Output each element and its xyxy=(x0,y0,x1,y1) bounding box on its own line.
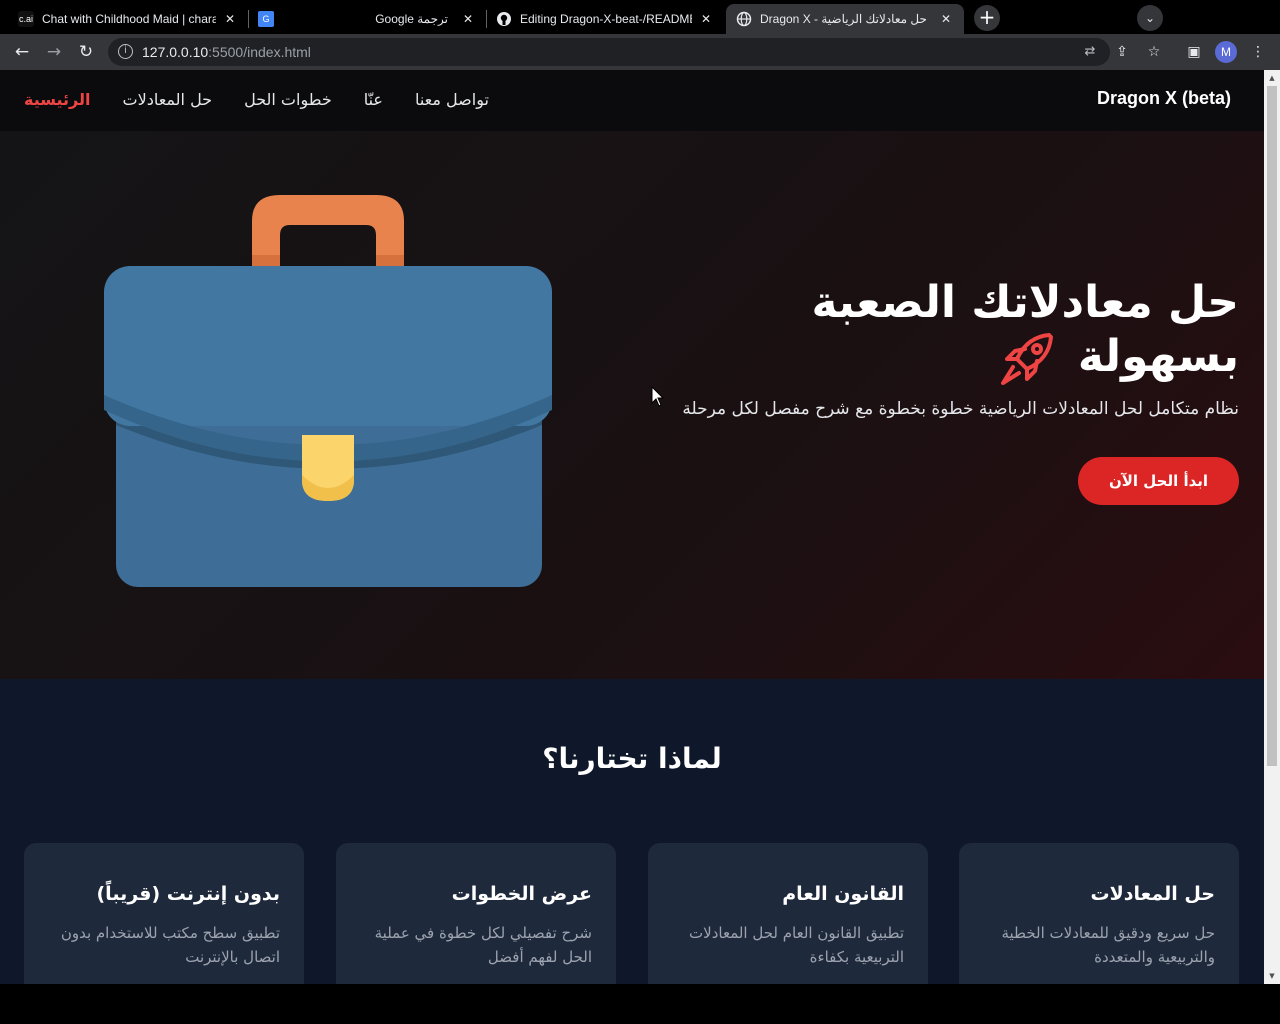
url-path: :5500/index.html xyxy=(208,44,311,60)
google-translate-icon: G xyxy=(258,11,274,27)
forward-arrow-icon[interactable]: → xyxy=(43,41,65,63)
features-heading: لماذا تختارنا؟ xyxy=(542,742,722,775)
feature-title: القانون العام xyxy=(782,883,904,905)
nav-link-steps[interactable]: خطوات الحل xyxy=(244,90,332,109)
tab-character-ai[interactable]: c.ai Chat with Childhood Maid | chara ✕ xyxy=(8,4,248,34)
close-icon[interactable]: ✕ xyxy=(938,11,954,27)
page-scrollbar[interactable]: ▲ ▼ xyxy=(1264,70,1280,984)
feature-text: تطبيق القانون العام لحل المعادلات التربي… xyxy=(689,924,904,966)
start-solving-button[interactable]: ابدأ الحل الآن xyxy=(1078,457,1239,505)
tab-title: Google ترجمة xyxy=(375,12,448,26)
translate-icon[interactable]: ⇄ xyxy=(1082,44,1098,60)
feature-card-formula: القانون العام تطبيق القانون العام لحل ال… xyxy=(648,843,928,984)
close-icon[interactable]: ✕ xyxy=(222,11,238,27)
hero-subtitle: نظام متكامل لحل المعادلات الرياضية خطوة … xyxy=(682,399,1239,419)
new-tab-button[interactable]: + xyxy=(974,5,1000,31)
tab-google-translate[interactable]: G Google ترجمة ✕ xyxy=(248,4,486,34)
feature-title: عرض الخطوات xyxy=(451,883,592,905)
globe-icon xyxy=(736,11,752,27)
address-bar[interactable]: i 127.0.0.10:5500/index.html ⇄ xyxy=(108,38,1110,66)
tab-search-chevron-icon[interactable]: ⌄ xyxy=(1137,5,1163,31)
feature-card-solve: حل المعادلات حل سريع ودقيق للمعادلات الخ… xyxy=(959,843,1239,984)
mouse-cursor-icon xyxy=(651,386,665,407)
nav-link-contact[interactable]: تواصل معنا xyxy=(415,90,489,109)
page-viewport: Dragon X (beta) الرئيسية حل المعادلات خط… xyxy=(0,70,1264,984)
nav-link-about[interactable]: عنّا xyxy=(364,90,383,109)
briefcase-illustration xyxy=(104,195,552,587)
site-navbar: Dragon X (beta) الرئيسية حل المعادلات خط… xyxy=(0,70,1264,131)
brand-logo[interactable]: Dragon X (beta) xyxy=(1097,88,1231,109)
profile-avatar[interactable]: M xyxy=(1215,41,1237,63)
reload-icon[interactable]: ↻ xyxy=(75,41,97,63)
nav-links: الرئيسية حل المعادلات خطوات الحل عنّا تو… xyxy=(24,90,489,109)
close-icon[interactable]: ✕ xyxy=(698,11,714,27)
nav-link-home[interactable]: الرئيسية xyxy=(24,90,91,109)
side-panel-icon[interactable]: ▣ xyxy=(1184,42,1204,62)
kebab-menu-icon[interactable]: ⋮ xyxy=(1248,42,1268,62)
character-ai-icon: c.ai xyxy=(18,11,34,27)
feature-text: شرح تفصيلي لكل خطوة في عملية الحل لفهم أ… xyxy=(374,924,592,966)
browser-toolbar: ← → ↻ i 127.0.0.10:5500/index.html ⇄ ⇪ ☆… xyxy=(0,34,1280,70)
scrollbar-thumb[interactable] xyxy=(1267,86,1277,766)
share-icon[interactable]: ⇪ xyxy=(1112,42,1132,62)
feature-title: بدون إنترنت (قريباً) xyxy=(96,883,281,905)
tab-github-readme[interactable]: Editing Dragon-X-beat-/README ✕ xyxy=(486,4,724,34)
feature-text: تطبيق سطح مكتب للاستخدام بدون اتصال بالإ… xyxy=(60,924,280,966)
feature-text: حل سريع ودقيق للمعادلات الخطية والتربيعي… xyxy=(1001,924,1215,966)
screen-bottom-strip xyxy=(0,984,1280,1024)
back-arrow-icon[interactable]: ← xyxy=(11,41,33,63)
scroll-down-arrow-icon[interactable]: ▼ xyxy=(1264,968,1280,984)
bookmark-star-icon[interactable]: ☆ xyxy=(1144,42,1164,62)
tab-title: Editing Dragon-X-beat-/README xyxy=(520,12,692,26)
browser-tab-bar: c.ai Chat with Childhood Maid | chara ✕ … xyxy=(0,0,1280,34)
site-info-icon[interactable]: i xyxy=(118,44,133,59)
tab-title: Chat with Childhood Maid | chara xyxy=(42,12,216,26)
feature-card-steps: عرض الخطوات شرح تفصيلي لكل خطوة في عملية… xyxy=(336,843,616,984)
url-text[interactable]: 127.0.0.10:5500/index.html xyxy=(142,44,311,60)
hero-title: حل معادلاتك الصعبة بسهولة xyxy=(679,277,1239,389)
nav-link-solve[interactable]: حل المعادلات xyxy=(123,90,213,109)
tab-dragon-x[interactable]: Dragon X - حل معادلاتك الرياضية ✕ xyxy=(726,4,964,34)
scroll-up-arrow-icon[interactable]: ▲ xyxy=(1264,70,1280,86)
feature-card-offline: بدون إنترنت (قريباً) تطبيق سطح مكتب للاس… xyxy=(24,843,304,984)
tab-title: Dragon X - حل معادلاتك الرياضية xyxy=(760,12,927,26)
github-icon xyxy=(496,11,512,27)
feature-title: حل المعادلات xyxy=(1090,883,1215,905)
rocket-icon xyxy=(1000,333,1053,385)
close-icon[interactable]: ✕ xyxy=(460,11,476,27)
hero-section: حل معادلاتك الصعبة بسهولة نظام متكامل لح… xyxy=(0,131,1264,679)
url-host: 127.0.0.10 xyxy=(142,44,209,60)
